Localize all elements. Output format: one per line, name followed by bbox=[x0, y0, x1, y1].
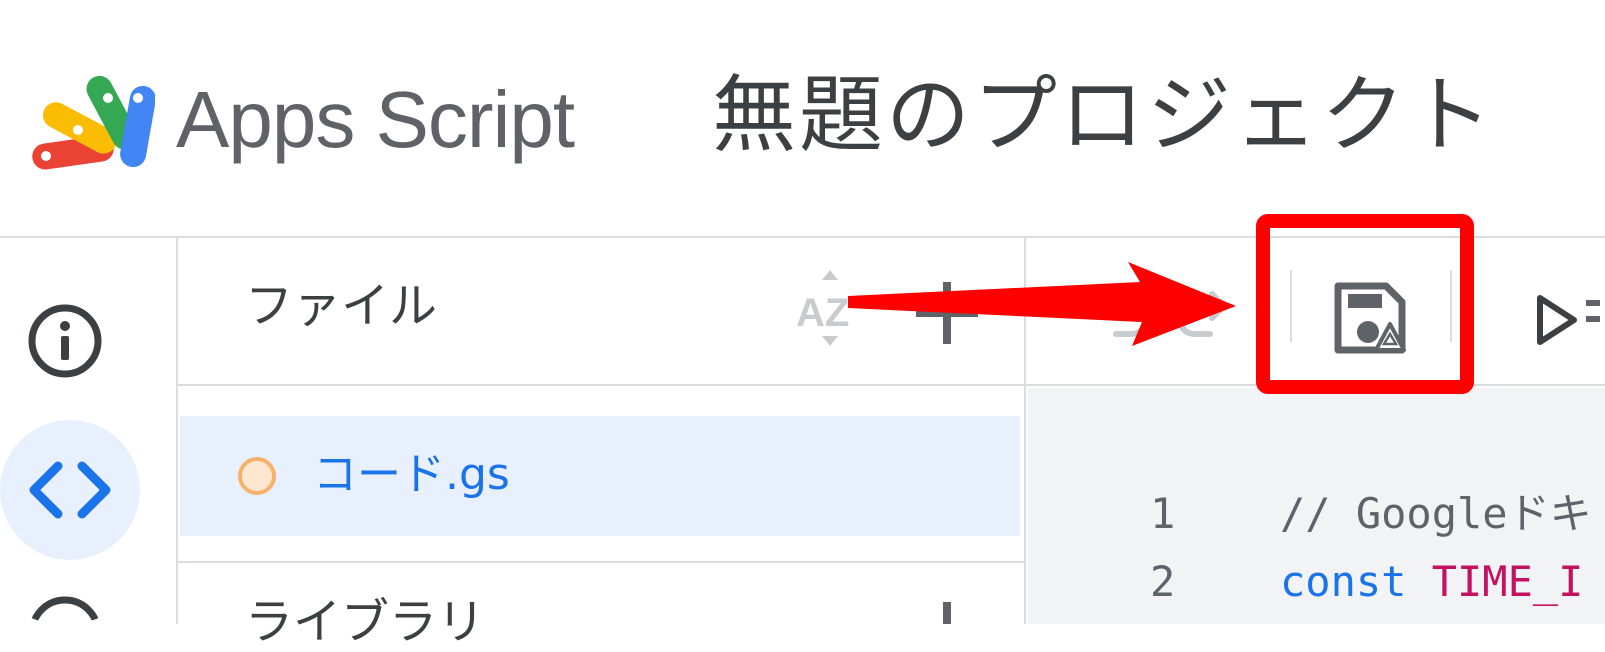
code-line-1[interactable]: // Googleドキ bbox=[1280, 484, 1592, 544]
run-icon bbox=[1537, 295, 1577, 345]
highlight-box bbox=[1256, 214, 1474, 394]
project-title[interactable]: 無題のプロジェクト bbox=[712, 60, 1495, 170]
rail-item-history[interactable] bbox=[20, 588, 110, 624]
redo-button[interactable] bbox=[1170, 276, 1240, 346]
code-identifier: TIME_I bbox=[1431, 557, 1584, 606]
rail-divider bbox=[176, 236, 178, 624]
history-icon bbox=[29, 596, 101, 624]
run-label-clipped bbox=[1586, 296, 1605, 336]
line-number: 1 bbox=[1150, 489, 1176, 538]
info-icon bbox=[28, 304, 102, 378]
files-section-divider bbox=[178, 561, 1024, 563]
line-number: 2 bbox=[1150, 557, 1176, 606]
run-button[interactable] bbox=[1534, 292, 1584, 348]
app-name: Apps Script bbox=[176, 75, 575, 164]
files-header-divider bbox=[178, 384, 1024, 386]
add-icon bbox=[916, 282, 978, 344]
add-icon bbox=[943, 602, 951, 624]
svg-text:AZ: AZ bbox=[796, 291, 849, 335]
file-name[interactable]: コード.gs bbox=[313, 445, 510, 505]
redo-icon bbox=[1177, 291, 1227, 337]
rail-item-overview[interactable] bbox=[20, 296, 110, 386]
rail-item-editor[interactable] bbox=[0, 420, 140, 560]
add-file-button[interactable] bbox=[912, 278, 982, 348]
undo-button[interactable] bbox=[1086, 276, 1156, 346]
unsaved-status-icon bbox=[236, 455, 278, 497]
sort-az-button[interactable]: AZ bbox=[792, 268, 868, 348]
code-icon bbox=[29, 461, 111, 519]
libraries-label: ライブラリ bbox=[245, 594, 486, 650]
add-library-button[interactable] bbox=[912, 598, 982, 624]
file-item-code-gs[interactable] bbox=[180, 416, 1020, 536]
code-keyword: const bbox=[1280, 557, 1407, 606]
apps-script-logo bbox=[30, 70, 156, 175]
code-line-2[interactable]: const TIME_I bbox=[1280, 552, 1583, 612]
sort-az-icon: AZ bbox=[796, 270, 849, 346]
files-panel-divider bbox=[1024, 236, 1026, 624]
files-panel-title: ファイル bbox=[245, 278, 438, 334]
undo-icon bbox=[1099, 291, 1149, 337]
